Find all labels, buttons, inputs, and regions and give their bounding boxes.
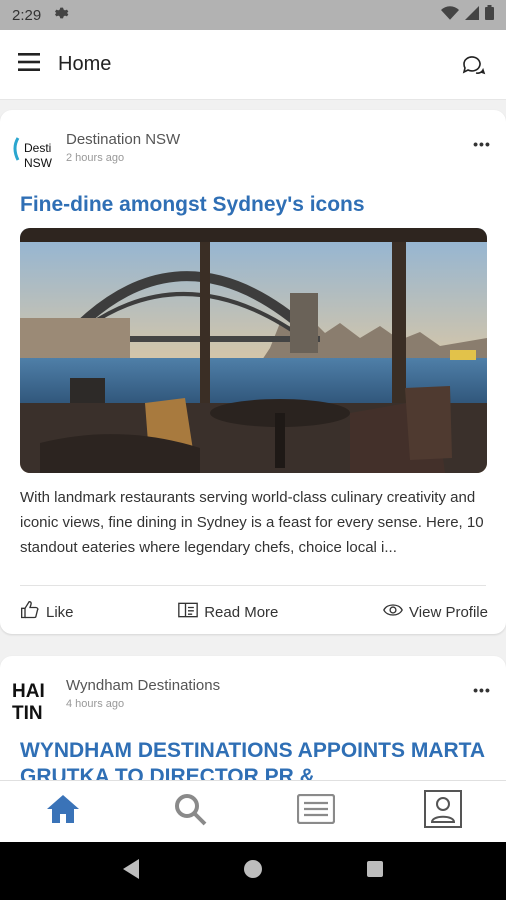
chat-icon[interactable]	[458, 50, 488, 80]
view-profile-button[interactable]: View Profile	[383, 602, 488, 622]
post-time: 2 hours ago	[66, 152, 125, 164]
status-bar: 2:29	[0, 0, 506, 30]
bottom-nav	[0, 780, 506, 842]
search-icon	[173, 792, 207, 831]
app-bar: Home	[0, 30, 506, 100]
eye-icon	[383, 602, 403, 622]
nav-search[interactable]	[160, 787, 220, 837]
home-circle-icon[interactable]	[242, 858, 264, 885]
article-image[interactable]	[20, 228, 487, 473]
profile-icon	[423, 790, 462, 833]
recents-square-icon[interactable]	[365, 859, 385, 884]
status-icons	[441, 5, 494, 25]
like-button[interactable]: Like	[20, 600, 74, 624]
post-header: Desti NSW Destination NSW 2 hours ago ••…	[12, 130, 494, 180]
screen: 2:29 Home Desti NSW Destination NSW 2 ho…	[0, 0, 506, 900]
battery-icon	[485, 5, 494, 25]
more-options-icon[interactable]: •••	[470, 134, 494, 154]
post-actions: Like Read More View Profile	[20, 598, 488, 626]
page-title: Home	[58, 53, 112, 75]
hamburger-menu-icon[interactable]	[18, 53, 40, 76]
thumbs-up-icon	[20, 600, 40, 624]
nav-news[interactable]	[286, 787, 346, 837]
article-title[interactable]: Fine-dine amongst Sydney's icons	[20, 192, 488, 218]
wifi-icon	[441, 5, 459, 25]
source-logo-line-2: TIN	[12, 703, 43, 722]
status-time: 2:29	[12, 6, 42, 24]
source-logo[interactable]: HAI TIN	[12, 676, 60, 724]
post-header: HAI TIN Wyndham Destinations 4 hours ago…	[12, 676, 494, 726]
like-label: Like	[46, 603, 74, 621]
back-triangle-icon[interactable]	[121, 858, 141, 885]
source-logo-line-1: HAI	[12, 681, 45, 702]
source-name[interactable]: Wyndham Destinations	[66, 676, 220, 696]
post-card: HAI TIN Wyndham Destinations 4 hours ago…	[0, 656, 506, 780]
source-name[interactable]: Destination NSW	[66, 130, 180, 150]
view-profile-label: View Profile	[409, 603, 488, 621]
feed[interactable]: Desti NSW Destination NSW 2 hours ago ••…	[0, 100, 506, 780]
nav-home[interactable]	[33, 787, 93, 837]
article-excerpt: With landmark restaurants serving world-…	[20, 489, 484, 556]
source-logo-line-1: Desti	[24, 141, 51, 155]
article-title[interactable]: WYNDHAM DESTINATIONS APPOINTS MARTA GRUT…	[20, 738, 488, 780]
more-options-icon[interactable]: •••	[470, 680, 494, 700]
post-card: Desti NSW Destination NSW 2 hours ago ••…	[0, 110, 506, 634]
settings-gear-icon	[53, 5, 69, 26]
read-more-label: Read More	[204, 603, 279, 621]
system-nav-bar	[0, 842, 506, 900]
book-icon	[178, 601, 199, 623]
source-logo[interactable]: Desti NSW	[12, 130, 60, 178]
source-block: Destination NSW 2 hours ago	[66, 130, 180, 164]
signal-icon	[465, 5, 479, 25]
post-time: 4 hours ago	[66, 698, 125, 710]
home-icon	[46, 794, 80, 829]
divider	[20, 585, 486, 586]
read-more-button[interactable]: Read More	[178, 601, 278, 623]
source-logo-line-2: NSW	[24, 156, 53, 170]
nav-profile[interactable]	[413, 787, 473, 837]
news-list-icon	[297, 793, 336, 829]
source-block: Wyndham Destinations 4 hours ago	[66, 676, 220, 710]
